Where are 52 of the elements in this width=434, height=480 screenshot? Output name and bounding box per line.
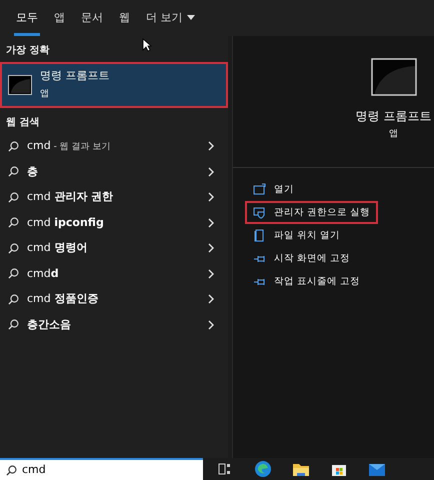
search-icon xyxy=(8,294,19,305)
search-icon xyxy=(8,242,19,254)
action-item[interactable]: 관리자 권한으로 실행 xyxy=(245,201,378,224)
task-view-icon[interactable] xyxy=(218,462,232,476)
open-icon xyxy=(253,183,266,196)
web-search-suggestion[interactable]: cmd 관리자 권한 xyxy=(0,184,228,210)
chevron-right-icon xyxy=(208,166,214,177)
app-name: 명령 프롬프트 xyxy=(356,108,432,125)
web-search-suggestion[interactable]: 층간소음 xyxy=(0,312,228,338)
search-icon xyxy=(8,140,19,152)
section-heading: 가장 정확 xyxy=(5,44,50,58)
browser-icon[interactable] xyxy=(254,460,272,478)
app-type: 앱 xyxy=(40,88,50,101)
chevron-right-icon xyxy=(208,141,214,152)
chevron-right-icon xyxy=(208,243,214,254)
web-search-suggestion[interactable]: 층 xyxy=(0,159,228,184)
terminal-icon xyxy=(8,74,32,95)
app-type: 앱 xyxy=(389,128,398,141)
search-icon xyxy=(6,464,16,476)
chevron-right-icon xyxy=(208,320,214,330)
search-icon xyxy=(8,319,19,330)
action-item[interactable]: 파일 위치 열기 xyxy=(245,224,348,248)
terminal-icon xyxy=(370,58,416,96)
web-search-suggestion[interactable]: cmd 정품인증 xyxy=(0,286,228,312)
caret-icon xyxy=(186,15,194,20)
web-search-suggestion[interactable]: cmd ipconfig xyxy=(0,210,228,236)
web-search-suggestion[interactable]: cmdd xyxy=(0,261,228,286)
search-icon xyxy=(8,166,19,178)
mail-icon[interactable] xyxy=(368,461,386,477)
chevron-right-icon xyxy=(208,294,214,304)
app-name: 명령 프롬프트 xyxy=(40,68,110,84)
chevron-right-icon xyxy=(208,218,214,228)
tab[interactable]: 웹 xyxy=(111,0,138,36)
tab[interactable]: 앱 xyxy=(46,0,73,36)
search-box[interactable]: cmd xyxy=(0,458,203,480)
shield-window-icon xyxy=(253,206,266,220)
web-search-suggestion[interactable]: cmd - 웹 결과 보기 xyxy=(0,134,228,159)
mouse-cursor-icon xyxy=(142,38,152,52)
search-icon xyxy=(8,192,19,203)
tab[interactable]: 더 보기 xyxy=(138,0,202,36)
chevron-right-icon xyxy=(208,268,214,279)
search-icon xyxy=(8,217,19,228)
best-match-item[interactable]: 명령 프롬프트 앱 xyxy=(0,62,228,108)
action-item[interactable]: 시작 화면에 고정 xyxy=(245,247,358,270)
section-heading: 웹 검색 xyxy=(5,116,40,130)
search-icon xyxy=(8,268,19,280)
action-item[interactable]: 열기 xyxy=(245,178,302,202)
chevron-right-icon xyxy=(208,192,214,202)
action-item[interactable]: 작업 표시줄에 고정 xyxy=(245,270,368,294)
tab[interactable]: 모두 xyxy=(8,0,46,36)
tab[interactable]: 문서 xyxy=(73,0,111,36)
web-search-suggestion[interactable]: cmd 명령어 xyxy=(0,236,228,261)
